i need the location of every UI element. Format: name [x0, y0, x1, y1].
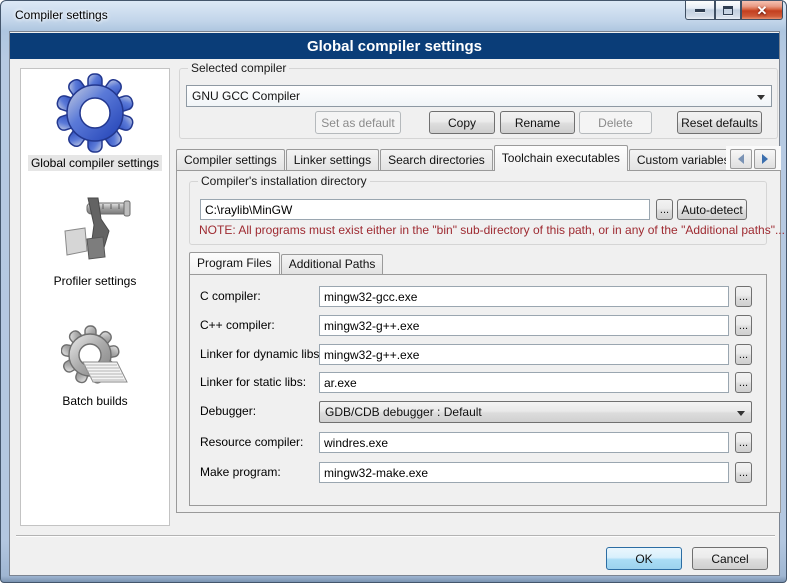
titlebar[interactable]: Compiler settings ✕ [1, 1, 786, 31]
c-compiler-input[interactable] [319, 286, 729, 307]
copy-button[interactable]: Copy [429, 111, 495, 134]
chevron-right-icon [762, 154, 768, 164]
c-compiler-browse-button[interactable]: ... [735, 286, 752, 307]
field-label: Resource compiler: [200, 435, 303, 449]
field-label: Linker for dynamic libs: [200, 347, 323, 361]
delete-button[interactable]: Delete [579, 111, 652, 134]
debugger-select-value: GDB/CDB debugger : Default [325, 405, 482, 419]
sidebar-item-label: Profiler settings [51, 273, 140, 289]
installation-directory-input[interactable] [200, 199, 650, 220]
static-linker-input[interactable] [319, 372, 729, 393]
tab-scroll-left-button[interactable] [730, 149, 752, 169]
tab-toolchain-executables[interactable]: Toolchain executables [494, 145, 628, 171]
window-title: Compiler settings [15, 8, 108, 22]
program-subtabs: Program FilesAdditional Paths [189, 252, 384, 274]
compiler-settings-window: Compiler settings ✕ Global compiler sett… [0, 0, 787, 583]
close-button[interactable]: ✕ [741, 1, 783, 20]
cpp-compiler-browse-button[interactable]: ... [735, 315, 752, 336]
tab-search-directories[interactable]: Search directories [380, 149, 493, 171]
installation-directory-group-label: Compiler's installation directory [198, 174, 370, 188]
compiler-select[interactable]: GNU GCC Compiler [186, 85, 772, 107]
chevron-down-icon [737, 411, 745, 416]
static-linker-browse-button[interactable]: ... [735, 372, 752, 393]
caliper-icon [57, 195, 133, 271]
resource-compiler-input[interactable] [319, 432, 729, 453]
note-text: NOTE: All programs must exist either in … [199, 223, 761, 237]
browse-directory-button[interactable]: ... [656, 199, 673, 220]
resource-compiler-browse-button[interactable]: ... [735, 432, 752, 453]
subtab-program-files[interactable]: Program Files [189, 252, 280, 274]
field-label: C compiler: [200, 289, 261, 303]
ok-button[interactable]: OK [606, 547, 682, 570]
field-label: C++ compiler: [200, 318, 275, 332]
minimize-icon [695, 9, 705, 12]
make-program-input[interactable] [319, 462, 729, 483]
maximize-button[interactable] [715, 1, 741, 20]
tab-scroll-controls [726, 146, 781, 171]
sidebar-item-label: Batch builds [59, 393, 130, 409]
cancel-button[interactable]: Cancel [692, 547, 768, 570]
selected-compiler-group-label: Selected compiler [188, 61, 289, 75]
maximize-icon [723, 6, 733, 15]
auto-detect-button[interactable]: Auto-detect [677, 199, 747, 220]
tab-scroll-right-button[interactable] [754, 149, 776, 169]
toolchain-executables-panel: Compiler's installation directory ... Au… [176, 170, 781, 513]
tab-custom-variables[interactable]: Custom variables [629, 149, 726, 171]
dialog-client-area: Global compiler settings [9, 31, 780, 576]
blue-gear-icon [55, 73, 135, 153]
page-title: Global compiler settings [10, 33, 779, 59]
sidebar-item-label: Global compiler settings [28, 155, 162, 171]
footer-divider [16, 535, 775, 537]
rename-button[interactable]: Rename [500, 111, 575, 134]
minimize-button[interactable] [685, 1, 715, 20]
field-label: Make program: [200, 465, 281, 479]
dynamic-linker-browse-button[interactable]: ... [735, 344, 752, 365]
field-label: Debugger: [200, 404, 256, 418]
dynamic-linker-input[interactable] [319, 344, 729, 365]
debugger-select[interactable]: GDB/CDB debugger : Default [319, 401, 752, 423]
chevron-left-icon [738, 154, 744, 164]
compiler-select-value: GNU GCC Compiler [192, 89, 300, 103]
tab-compiler-settings[interactable]: Compiler settings [176, 149, 285, 171]
settings-sidebar: Global compiler settings [20, 68, 170, 526]
sidebar-item-batch-builds[interactable]: Batch builds [21, 325, 169, 409]
make-program-browse-button[interactable]: ... [735, 462, 752, 483]
set-as-default-button[interactable]: Set as default [315, 111, 401, 134]
reset-defaults-button[interactable]: Reset defaults [677, 111, 762, 134]
compiler-tabs: Compiler settingsLinker settingsSearch d… [176, 145, 726, 171]
close-icon: ✕ [757, 4, 768, 17]
chevron-down-icon [757, 95, 765, 100]
subtab-additional-paths[interactable]: Additional Paths [281, 254, 384, 274]
tab-linker-settings[interactable]: Linker settings [286, 149, 379, 171]
sidebar-item-profiler-settings[interactable]: Profiler settings [21, 195, 169, 289]
field-label: Linker for static libs: [200, 375, 306, 389]
program-files-panel: C compiler: ... C++ compiler: ... Linker… [189, 274, 767, 506]
gray-gear-stack-icon [61, 325, 129, 391]
sidebar-item-global-compiler-settings[interactable]: Global compiler settings [21, 73, 169, 171]
cpp-compiler-input[interactable] [319, 315, 729, 336]
